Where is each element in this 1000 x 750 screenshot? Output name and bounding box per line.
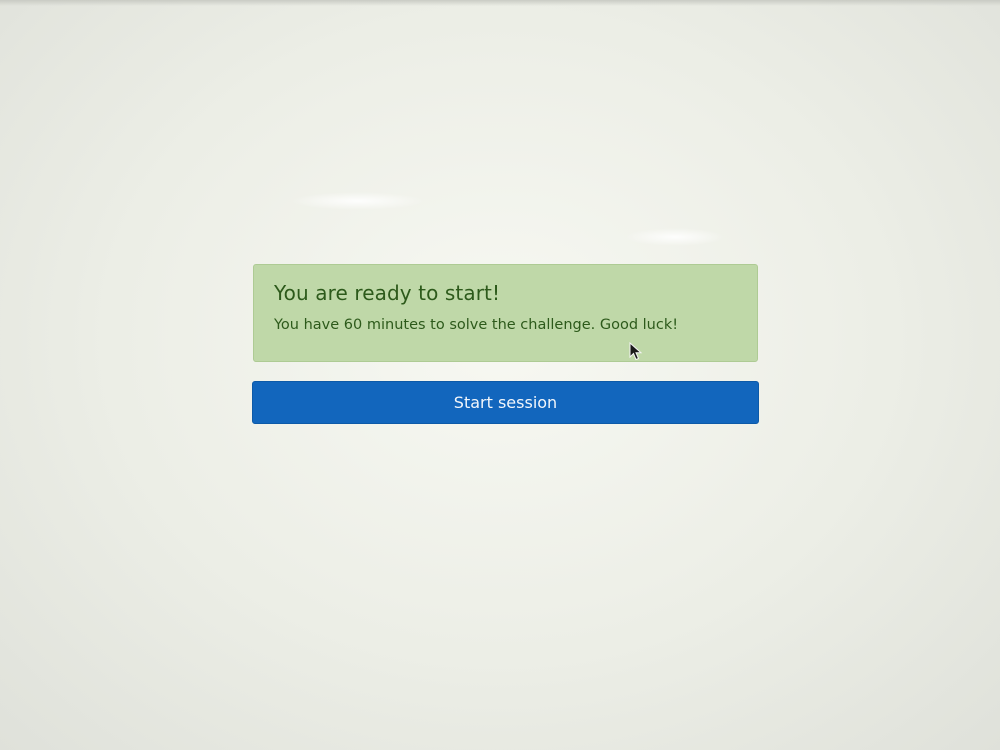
monitor-top-edge bbox=[0, 0, 1000, 6]
screen-glare bbox=[290, 192, 425, 210]
start-session-button[interactable]: Start session bbox=[252, 381, 759, 424]
success-alert: You are ready to start! You have 60 minu… bbox=[253, 264, 758, 362]
alert-heading: You are ready to start! bbox=[274, 281, 501, 305]
alert-message: You have 60 minutes to solve the challen… bbox=[274, 317, 679, 333]
screen-glare bbox=[625, 228, 725, 246]
mouse-pointer-icon bbox=[629, 342, 643, 361]
